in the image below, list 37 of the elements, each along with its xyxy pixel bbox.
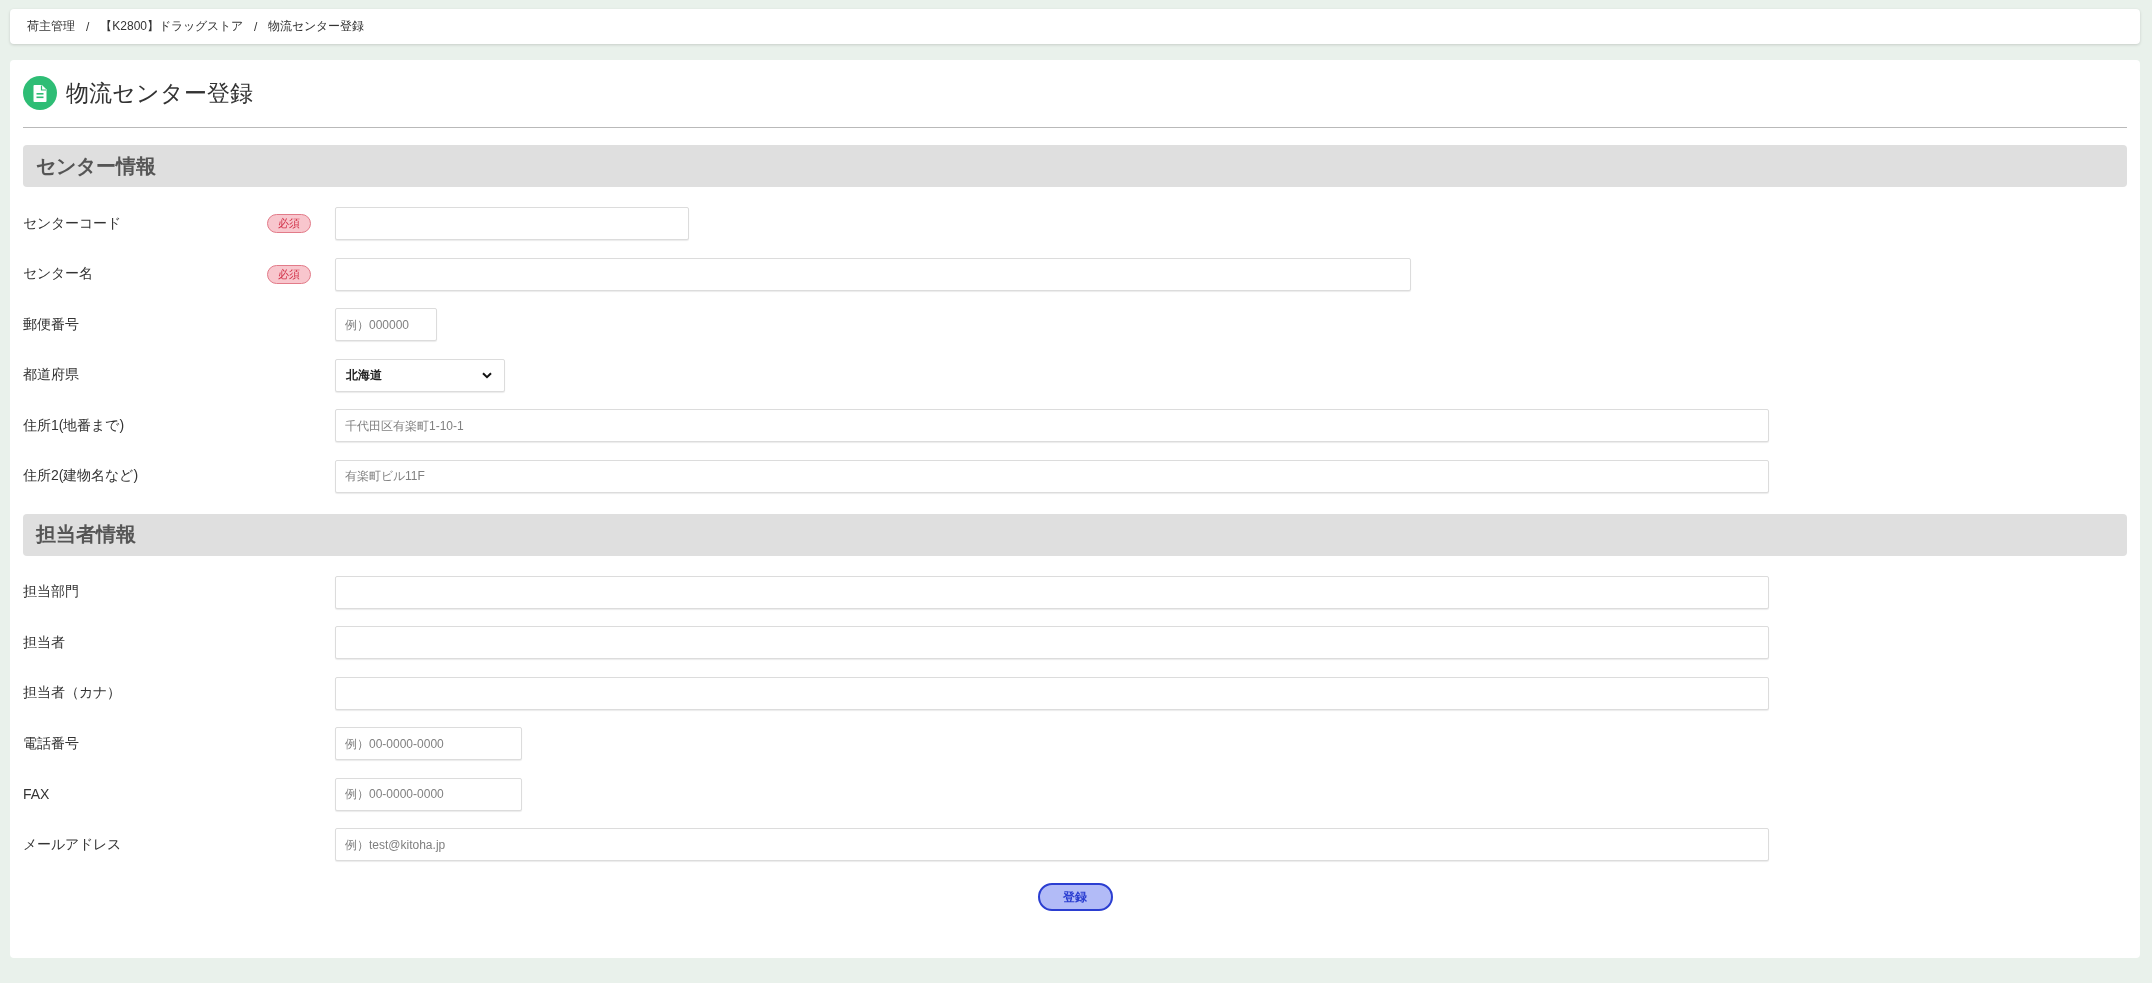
breadcrumb-separator: / <box>254 19 258 34</box>
text-input[interactable] <box>335 676 1769 710</box>
field-label: 郵便番号 <box>23 315 80 334</box>
document-icon <box>23 76 57 110</box>
field-label: センターコード <box>23 214 122 233</box>
text-input[interactable]: 例）test@kitoha.jp <box>335 828 1769 861</box>
text-input[interactable] <box>335 575 1769 609</box>
field-label: センター名 <box>23 265 94 283</box>
field-label: 担当者 <box>23 633 66 652</box>
section-header: 担当者情報 <box>23 513 2127 556</box>
text-input[interactable]: 例）00-0000-0000 <box>335 777 522 811</box>
prefecture-select[interactable]: 北海道 <box>335 358 505 392</box>
chevron-down-icon <box>482 371 492 379</box>
field-label: 担当部門 <box>23 583 80 601</box>
text-input[interactable] <box>335 626 1769 659</box>
text-input[interactable]: 有楽町ビル11F <box>335 459 1769 493</box>
text-input[interactable]: 千代田区有楽町1-10-1 <box>335 409 1769 442</box>
required-badge: 必須 <box>267 214 311 233</box>
section-header: センター情報 <box>23 145 2127 187</box>
breadcrumb-link[interactable]: 【K2800】ドラッグストア <box>100 18 244 35</box>
breadcrumb-separator: / <box>86 19 90 34</box>
field-label: 住所2(建物名など) <box>23 467 140 485</box>
page-title: 物流センター登録 <box>66 79 253 108</box>
breadcrumb-current: 物流センター登録 <box>268 18 365 35</box>
field-label: 住所1(地番まで) <box>23 416 126 435</box>
field-label: 都道府県 <box>23 366 80 384</box>
field-label: FAX <box>23 786 51 802</box>
breadcrumb-link[interactable]: 荷主管理 <box>27 18 75 35</box>
field-label: 電話番号 <box>23 734 80 753</box>
field-label: メールアドレス <box>23 835 122 854</box>
register-button[interactable]: 登録 <box>1037 883 1113 911</box>
required-badge: 必須 <box>267 264 311 284</box>
text-input[interactable] <box>335 207 689 240</box>
text-input[interactable] <box>335 257 1411 291</box>
text-input[interactable]: 例）00-0000-0000 <box>335 727 522 760</box>
text-input[interactable]: 例）000000 <box>335 308 437 341</box>
field-label: 担当者（カナ） <box>23 684 122 702</box>
